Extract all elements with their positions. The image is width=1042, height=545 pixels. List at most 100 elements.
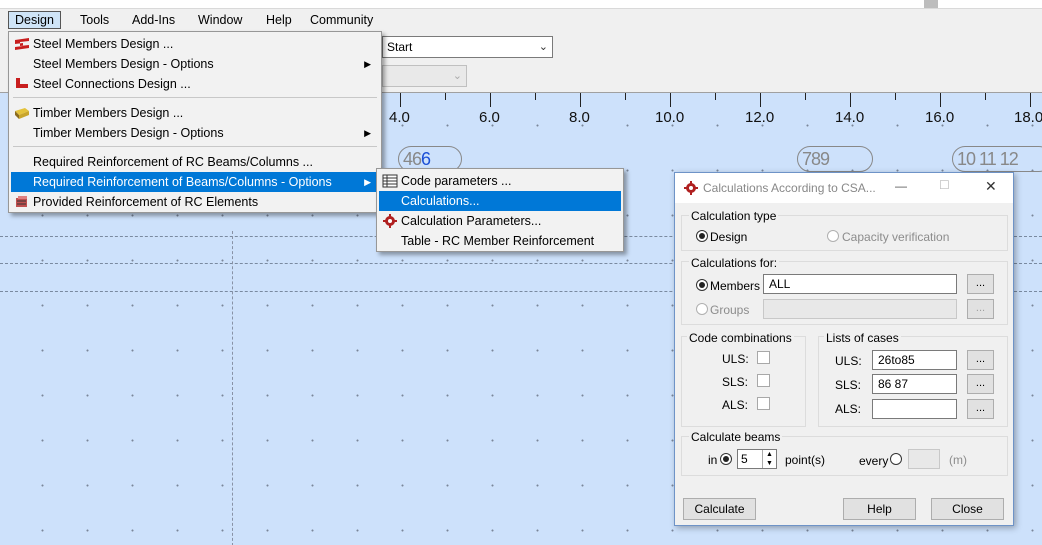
help-button[interactable]: Help xyxy=(843,498,916,520)
submenu-arrow-icon: ▶ xyxy=(364,177,371,187)
dialog-title: Calculations According to CSA... xyxy=(703,181,876,195)
menu-item-label: Required Reinforcement of RC Beams/Colum… xyxy=(33,155,313,169)
calculate-button[interactable]: Calculate xyxy=(683,498,756,520)
menu-item-label: Code parameters ... xyxy=(401,174,512,188)
menu-community[interactable]: Community xyxy=(304,11,379,29)
menu-item-calculations[interactable]: Calculations... xyxy=(379,191,621,211)
lists-sls-label: SLS: xyxy=(835,378,862,392)
minimize-icon[interactable]: — xyxy=(895,179,907,193)
code-uls-checkbox[interactable] xyxy=(757,351,770,364)
node-bubble[interactable]: 10 11 12 xyxy=(952,146,1042,172)
ruler-tick xyxy=(535,93,536,100)
menu-item-steel-connections[interactable]: Steel Connections Design ... xyxy=(11,74,379,94)
ruler-tick xyxy=(400,93,401,107)
code-sls-checkbox[interactable] xyxy=(757,374,770,387)
menu-item-label: Steel Connections Design ... xyxy=(33,77,191,91)
lists-uls-browse-button[interactable]: ... xyxy=(967,350,994,370)
beams-points-radio[interactable] xyxy=(720,453,732,465)
lists-als-label: ALS: xyxy=(835,402,862,416)
groups-input[interactable] xyxy=(763,299,957,319)
lists-als-browse-button[interactable]: ... xyxy=(967,399,994,419)
menu-item-label: Timber Members Design ... xyxy=(33,106,184,120)
menu-item-steel-members-options[interactable]: Steel Members Design - Options ▶ xyxy=(11,54,379,74)
menu-item-label: Calculation Parameters... xyxy=(401,214,542,228)
maximize-icon: ☐ xyxy=(939,178,950,192)
ruler-label: 14.0 xyxy=(835,109,865,126)
menu-item-label: Steel Members Design ... xyxy=(33,37,174,51)
rc-element-icon xyxy=(16,196,27,207)
ruler-label: 12.0 xyxy=(745,109,775,126)
menu-design[interactable]: Design xyxy=(8,11,61,29)
menu-item-timber-members-design[interactable]: Timber Members Design ... xyxy=(11,103,379,123)
steel-connection-icon xyxy=(16,78,28,88)
lists-label: Lists of cases xyxy=(824,331,901,345)
node-bubble[interactable]: 789 xyxy=(797,146,873,172)
ruler-tick xyxy=(940,93,941,107)
ruler-label: 16.0 xyxy=(925,109,955,126)
groups-browse-button[interactable]: ... xyxy=(967,299,994,319)
every-label: every xyxy=(859,454,889,468)
menu-help[interactable]: Help xyxy=(260,11,298,29)
groups-radio[interactable] xyxy=(696,303,708,315)
menu-item-required-reinforcement-options[interactable]: Required Reinforcement of Beams/Columns … xyxy=(11,172,379,192)
every-radio[interactable] xyxy=(890,453,902,465)
members-radio[interactable] xyxy=(696,279,708,291)
menu-item-rc-member-table[interactable]: Table - RC Member Reinforcement xyxy=(379,231,621,251)
groups-label: Groups xyxy=(710,303,750,317)
menu-item-label: Timber Members Design - Options xyxy=(33,126,224,140)
menu-item-label: Required Reinforcement of Beams/Columns … xyxy=(33,175,332,189)
lists-als-input[interactable] xyxy=(872,399,957,419)
menu-item-steel-members-design[interactable]: Steel Members Design ... xyxy=(11,34,379,54)
calculation-gear-icon xyxy=(383,214,397,228)
beams-in-label: in xyxy=(708,453,718,467)
members-browse-button[interactable]: ... xyxy=(967,274,994,294)
chevron-down-icon: ⌄ xyxy=(538,41,548,53)
menu-item-label: Calculations... xyxy=(401,194,480,208)
members-input[interactable]: ALL xyxy=(763,274,957,294)
options-submenu: Code parameters ... Calculations... Calc… xyxy=(376,168,624,252)
lists-sls-input[interactable]: 86 87 xyxy=(872,374,957,394)
ruler-tick xyxy=(670,93,671,107)
members-label: Members xyxy=(710,279,761,293)
design-menu: Steel Members Design ... Steel Members D… xyxy=(8,31,382,213)
menu-item-calculation-parameters[interactable]: Calculation Parameters... xyxy=(379,211,621,231)
ruler-label: 4.0 xyxy=(389,109,410,126)
capacity-radio[interactable] xyxy=(827,230,839,242)
spin-arrows-icon[interactable]: ▲ ▼ xyxy=(762,450,776,468)
menu-item-provided-reinforcement[interactable]: Provided Reinforcement of RC Elements xyxy=(11,192,379,212)
menu-item-code-parameters[interactable]: Code parameters ... xyxy=(379,171,621,191)
menu-add-ins[interactable]: Add-Ins xyxy=(126,11,181,29)
ruler-label: 18.0 xyxy=(1014,109,1042,126)
menu-item-label: Table - RC Member Reinforcement xyxy=(401,234,595,248)
design-label: Design xyxy=(710,230,748,244)
calc-type-label: Calculation type xyxy=(689,209,779,223)
every-input[interactable] xyxy=(908,449,940,469)
calc-for-label: Calculations for: xyxy=(689,256,780,270)
submenu-arrow-icon: ▶ xyxy=(364,128,371,138)
lists-sls-browse-button[interactable]: ... xyxy=(967,374,994,394)
node-label: 6 xyxy=(412,149,422,169)
ruler-label: 6.0 xyxy=(479,109,500,126)
design-radio[interactable] xyxy=(696,230,708,242)
menu-item-required-reinforcement-rc[interactable]: Required Reinforcement of RC Beams/Colum… xyxy=(11,152,379,172)
menu-separator xyxy=(13,146,377,147)
lists-uls-input[interactable]: 26to85 xyxy=(872,350,957,370)
ruler-tick xyxy=(580,93,581,107)
dialog-titlebar[interactable]: Calculations According to CSA... — ☐ ✕ xyxy=(675,173,1013,203)
disabled-combo[interactable]: ⌄ xyxy=(382,65,467,87)
ruler-tick xyxy=(760,93,761,107)
grid-line xyxy=(232,231,233,545)
points-stepper[interactable]: 5 ▲ ▼ xyxy=(737,449,777,469)
code-als-checkbox[interactable] xyxy=(757,397,770,410)
menu-window[interactable]: Window xyxy=(192,11,248,29)
capacity-label: Capacity verification xyxy=(842,230,950,244)
table-icon xyxy=(382,174,398,188)
menu-item-label: Provided Reinforcement of RC Elements xyxy=(33,195,259,209)
node-label: 4 xyxy=(403,149,413,169)
view-combo[interactable]: Start ⌄ xyxy=(382,36,553,58)
close-button[interactable]: Close xyxy=(931,498,1004,520)
chevron-down-icon: ⌄ xyxy=(452,70,462,82)
menu-tools[interactable]: Tools xyxy=(74,11,115,29)
menu-item-timber-members-options[interactable]: Timber Members Design - Options ▶ xyxy=(11,123,379,143)
close-icon[interactable]: ✕ xyxy=(985,178,997,195)
